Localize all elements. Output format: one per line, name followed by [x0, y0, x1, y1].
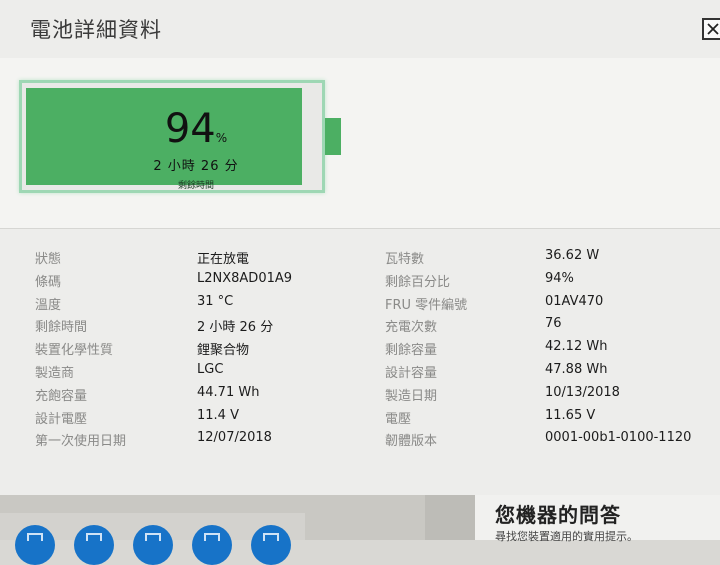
detail-label: 製造日期: [385, 388, 438, 404]
detail-label: 剩餘時間: [35, 320, 88, 336]
detail-label: 剩餘百分比: [385, 274, 451, 290]
qa-panel: 您機器的問答 尋找您裝置適用的實用提示。: [475, 495, 720, 543]
background-shortcut-button[interactable]: [192, 525, 232, 565]
detail-label: 瓦特數: [385, 252, 425, 267]
battery-status-text: 94% 2 小時 26 分 剩餘時間: [96, 109, 296, 191]
detail-label: 設計電壓: [35, 411, 88, 427]
background-shortcut-button[interactable]: [15, 525, 55, 565]
battery-percent: 94%: [96, 109, 296, 149]
qa-title: 您機器的問答: [495, 503, 621, 527]
detail-label: 第一次使用日期: [35, 434, 127, 450]
battery-percent-unit: %: [215, 131, 228, 145]
background-shortcut-button[interactable]: [74, 525, 114, 565]
detail-label: 韌體版本: [385, 434, 438, 450]
battery-details-window: 電池詳細資料 94% 2 小時 26 分 剩餘時間 狀態 正在放電條碼 L2NX8A…: [0, 0, 720, 495]
detail-value: 正在放電: [197, 252, 250, 267]
battery-icon: 94% 2 小時 26 分 剩餘時間: [19, 80, 325, 193]
detail-value: 31 °C: [197, 293, 234, 309]
close-button[interactable]: [702, 18, 720, 40]
background-shortcut-button[interactable]: [133, 525, 173, 565]
detail-label: 溫度: [35, 297, 62, 313]
background-app-area: 您機器的問答 尋找您裝置適用的實用提示。: [0, 495, 720, 565]
battery-summary-panel: 94% 2 小時 26 分 剩餘時間: [0, 58, 720, 229]
detail-value: 鋰聚合物: [197, 343, 250, 359]
battery-time-remaining: 2 小時 26 分: [153, 159, 239, 174]
detail-label: FRU 零件編號: [385, 297, 468, 313]
battery-terminal: [325, 118, 341, 155]
detail-value: 42.12 Wh: [545, 339, 608, 355]
detail-value: 0001-00b1-0100-1120: [545, 430, 692, 446]
detail-value: 94%: [545, 270, 574, 286]
title-bar: 電池詳細資料: [0, 0, 720, 58]
detail-value: 11.4 V: [197, 407, 239, 423]
detail-label: 裝置化學性質: [35, 343, 114, 359]
detail-value: 11.65 V: [545, 407, 596, 423]
battery-percent-number: 94: [164, 106, 216, 152]
detail-value: 2 小時 26 分: [197, 320, 274, 336]
detail-label: 狀態: [35, 252, 62, 267]
detail-label: 充飽容量: [35, 388, 88, 404]
background-divider: [425, 495, 475, 540]
detail-value: 36.62 W: [545, 248, 600, 263]
detail-label: 條碼: [35, 274, 62, 290]
detail-value: 10/13/2018: [545, 384, 620, 400]
detail-value: 12/07/2018: [197, 430, 272, 446]
detail-value: 44.71 Wh: [197, 384, 260, 400]
detail-value: 47.88 Wh: [545, 362, 608, 377]
background-shortcut-button[interactable]: [251, 525, 291, 565]
detail-value: LGC: [197, 362, 224, 377]
qa-subtitle: 尋找您裝置適用的實用提示。: [495, 530, 638, 543]
close-icon: [707, 23, 719, 35]
detail-value: 01AV470: [545, 293, 604, 309]
detail-value: L2NX8AD01A9: [197, 270, 293, 286]
window-title: 電池詳細資料: [30, 18, 162, 42]
detail-label: 剩餘容量: [385, 343, 438, 359]
detail-label: 充電次數: [385, 320, 438, 336]
battery-time-label: 剩餘時間: [177, 181, 214, 191]
detail-label: 設計容量: [385, 366, 438, 381]
detail-value: 76: [545, 316, 562, 332]
detail-label: 電壓: [385, 411, 412, 427]
detail-label: 製造商: [35, 366, 75, 381]
